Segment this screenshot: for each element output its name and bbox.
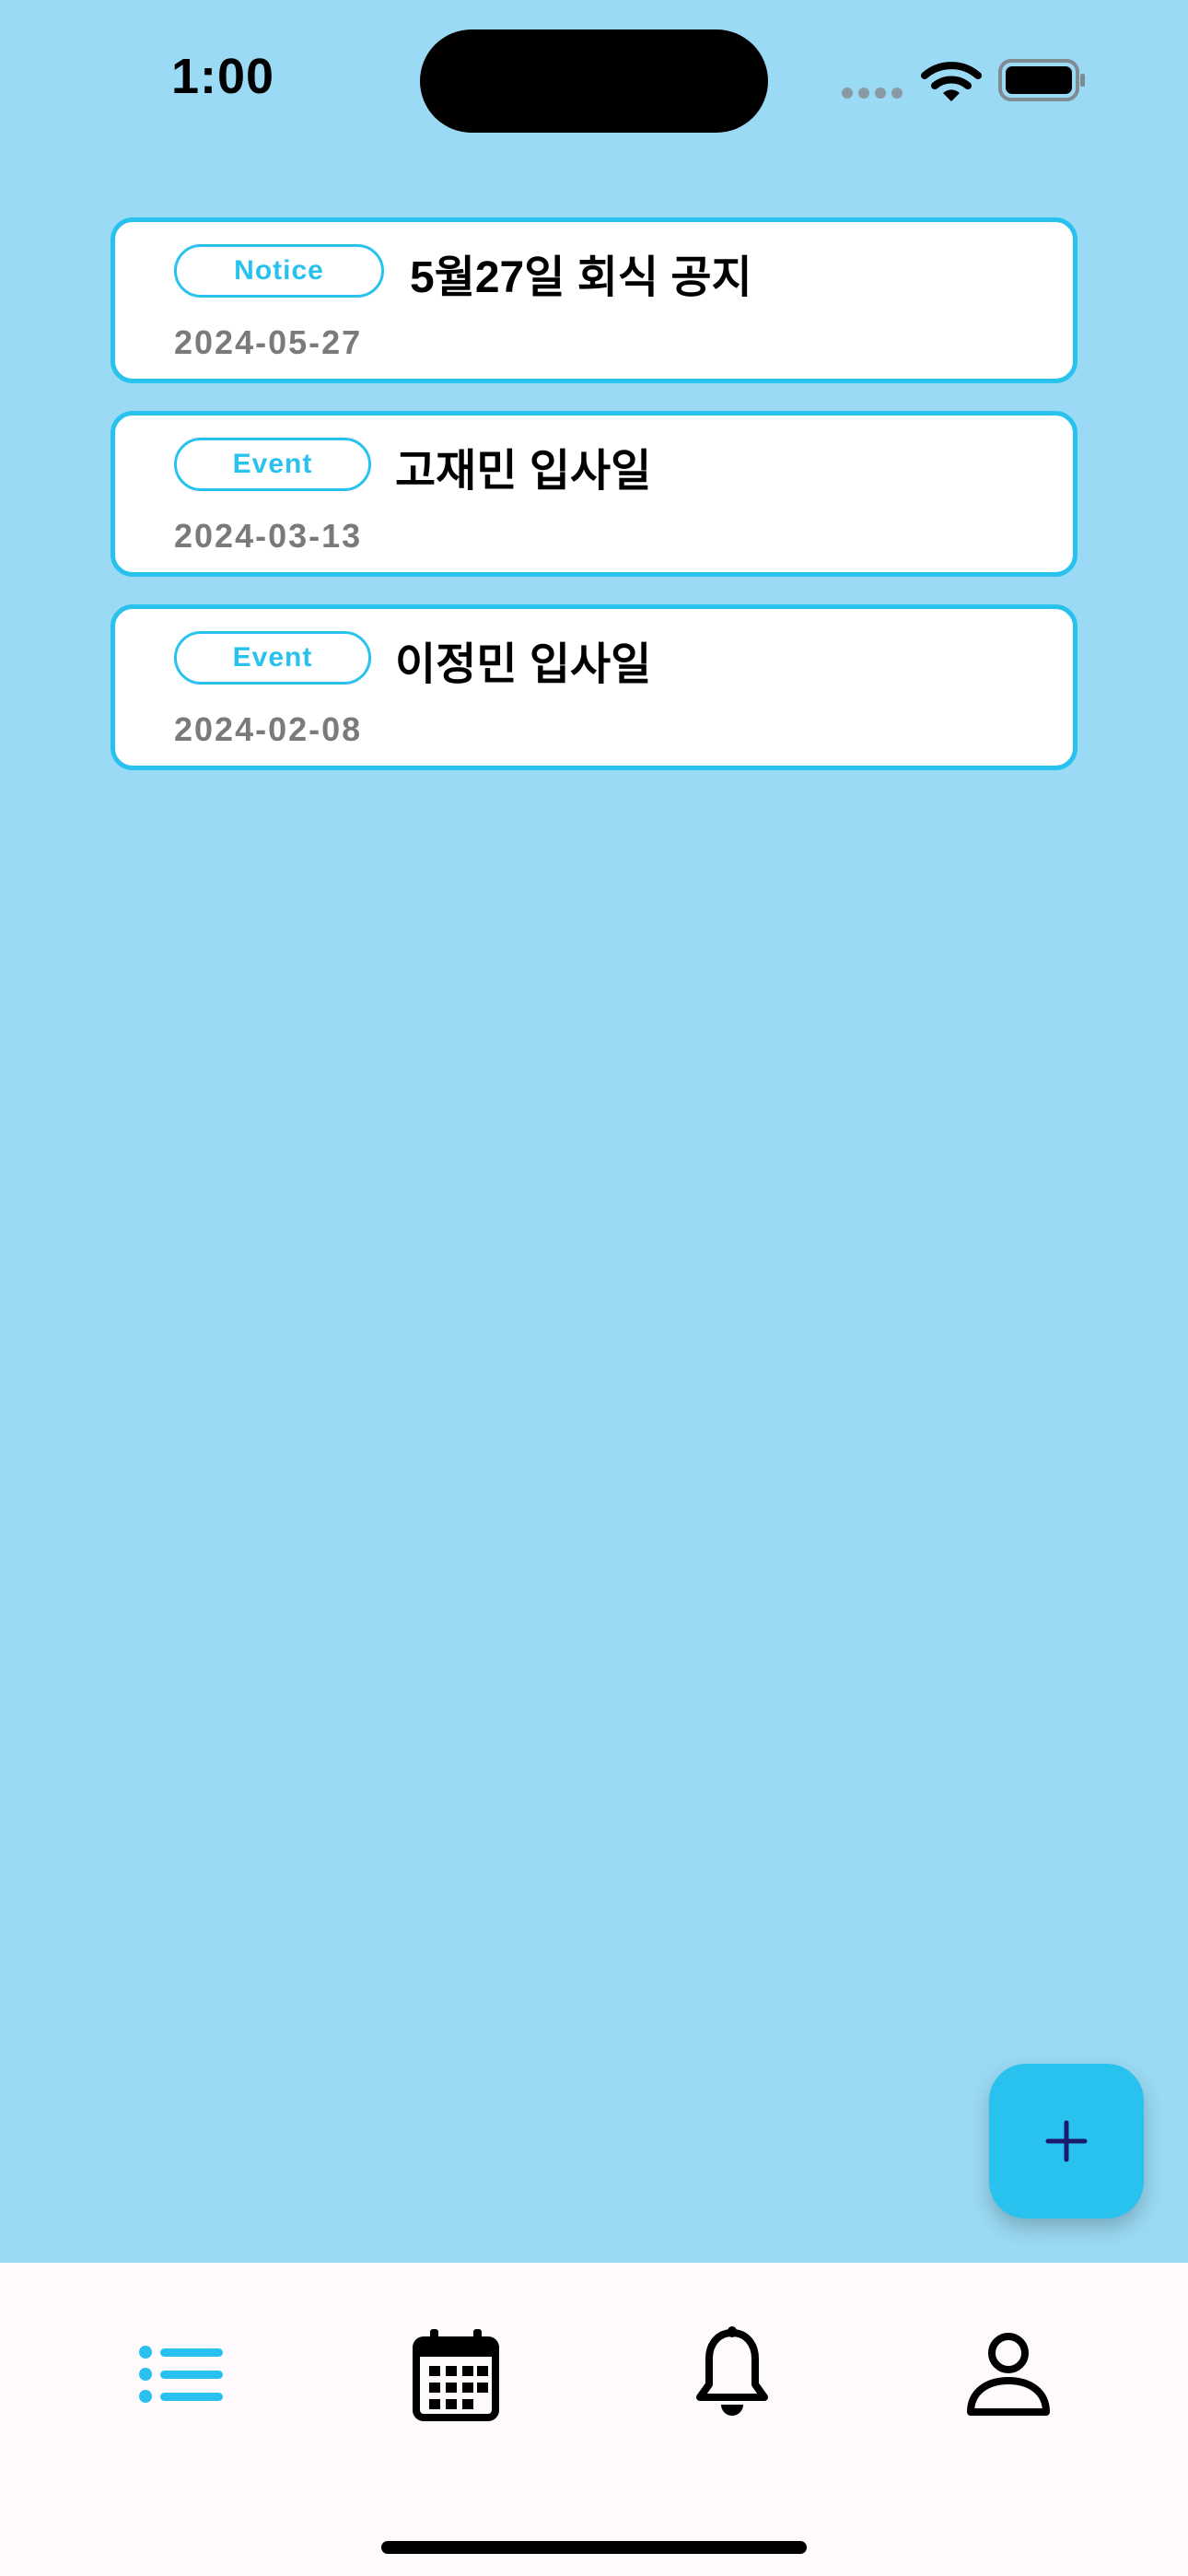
bell-icon[interactable]: [681, 2324, 783, 2425]
list-item[interactable]: Event 이정민 입사일 2024-02-08: [111, 604, 1077, 770]
category-tag: Event: [174, 631, 371, 685]
battery-icon: [998, 59, 1085, 101]
list-item[interactable]: Event 고재민 입사일 2024-03-13: [111, 411, 1077, 577]
item-date: 2024-03-13: [174, 517, 363, 555]
bottom-tab-bar: [0, 2263, 1188, 2576]
wifi-icon: [921, 62, 982, 101]
status-time: 1:00: [171, 49, 275, 104]
item-title: 5월27일 회식 공지: [410, 253, 752, 302]
item-title: 이정민 입사일: [395, 640, 652, 689]
home-indicator: [381, 2541, 807, 2554]
category-tag: Event: [174, 438, 371, 491]
item-date: 2024-05-27: [174, 323, 363, 361]
dynamic-island: [420, 29, 768, 133]
person-icon[interactable]: [958, 2324, 1059, 2425]
cellular-signal-icon: [842, 87, 908, 103]
list-icon[interactable]: [129, 2324, 230, 2425]
plus-icon: [1045, 2120, 1088, 2162]
category-tag: Notice: [174, 244, 384, 298]
item-date: 2024-02-08: [174, 710, 363, 748]
list-item[interactable]: Notice 5월27일 회식 공지 2024-05-27: [111, 217, 1077, 383]
calendar-icon[interactable]: [405, 2324, 507, 2425]
item-title: 고재민 입사일: [395, 447, 652, 496]
add-button[interactable]: [989, 2064, 1144, 2219]
notice-list: Notice 5월27일 회식 공지 2024-05-27 Event 고재민 …: [111, 217, 1077, 798]
